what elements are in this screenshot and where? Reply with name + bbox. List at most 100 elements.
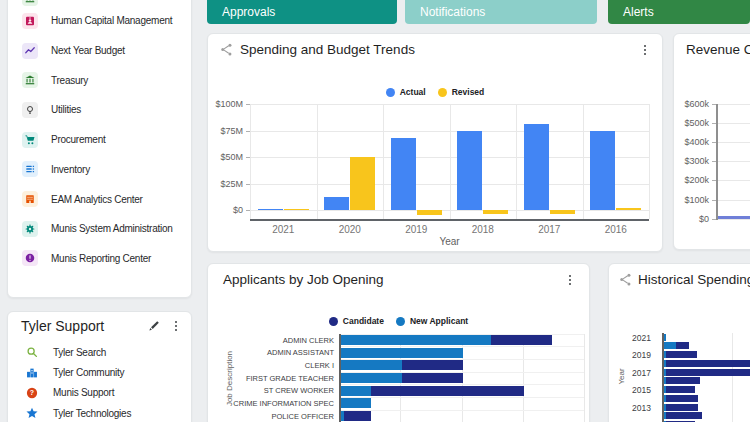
more-options-icon[interactable] <box>563 273 577 287</box>
revised-bar[interactable] <box>284 209 309 210</box>
y-tick-label: 2013 <box>609 403 651 413</box>
support-item-label: Tyler Community <box>53 367 124 378</box>
new-applicant-bar[interactable] <box>341 386 372 396</box>
support-item[interactable]: ? Munis Support <box>8 383 191 403</box>
sidebar-item[interactable]: Procurement <box>8 125 191 155</box>
candidate-bar[interactable] <box>371 386 524 396</box>
y-tick-label: $600k <box>674 99 709 109</box>
sidebar-item-label: Procurement <box>51 134 106 145</box>
support-item-label: Tyler Search <box>53 347 106 358</box>
historical-chart-title: Historical Spending Trends <box>638 272 750 287</box>
sidebar-item-label: Munis System Administration <box>51 223 173 234</box>
legend-dot <box>396 317 405 326</box>
candidate-bar[interactable] <box>344 411 372 421</box>
x-tick-label: 2021 <box>263 224 303 235</box>
candidate-bar[interactable] <box>402 360 463 370</box>
magnifier-icon <box>25 345 39 359</box>
hist-bar-light[interactable] <box>664 342 676 349</box>
hist-bar-dark[interactable] <box>666 369 750 376</box>
y-tick-label: $0 <box>208 205 243 215</box>
chart-legend: ActualRevised <box>208 87 662 97</box>
actual-bar[interactable] <box>457 131 482 211</box>
y-tick-label: $300k <box>674 156 709 166</box>
candidate-bar[interactable] <box>402 373 463 383</box>
sidebar-item[interactable]: Munis Reporting Center <box>8 244 191 274</box>
x-axis-title: Year <box>430 236 470 247</box>
legend-label: Candidate <box>343 316 384 326</box>
gear-icon <box>22 221 38 237</box>
svg-text:?: ? <box>30 389 34 396</box>
new-applicant-bar[interactable] <box>341 335 491 345</box>
support-item-label: Munis Support <box>53 387 114 398</box>
applicants-card: Applicants by Job Opening Candidate New Ap… <box>207 263 590 422</box>
sidebar-item[interactable]: EAM Analytics Center <box>8 184 191 214</box>
hist-bar-dark[interactable] <box>666 386 695 393</box>
legend-dot <box>386 88 395 97</box>
actual-bar[interactable] <box>391 138 416 210</box>
actual-bar[interactable] <box>590 131 615 211</box>
support-item[interactable]: Tyler Search <box>8 342 191 362</box>
new-applicant-bar[interactable] <box>341 373 402 383</box>
spending-chart-title: Spending and Budget Trends <box>240 42 638 57</box>
sidebar-item[interactable]: Treasury <box>8 65 191 95</box>
revised-bar[interactable] <box>350 157 375 210</box>
y-tick-label: $0 <box>674 214 709 224</box>
hist-bar-light[interactable] <box>664 334 666 341</box>
building-icon <box>22 191 38 207</box>
y-tick-label: $200k <box>674 175 709 185</box>
revenue-line <box>718 216 750 219</box>
legend-label: New Applicant <box>410 316 468 326</box>
y-tick-label: $25M <box>208 179 243 189</box>
candidate-bar[interactable] <box>491 335 552 345</box>
revenue-chart-title: Revenue Collections <box>686 42 750 57</box>
more-options-icon[interactable] <box>638 43 652 57</box>
hist-bar-dark[interactable] <box>666 360 750 367</box>
revenue-collections-card: Revenue Collections$600k$500k$400k$300k$… <box>673 33 750 250</box>
sidebar-item-label: Utilities <box>51 104 81 115</box>
header-button-notifications[interactable]: Notifications <box>405 0 597 24</box>
header-button-alerts[interactable]: Alerts <box>608 0 750 24</box>
sidebar-item[interactable]: Next Year Budget <box>8 36 191 66</box>
tyler-support-card: Tyler Support Tyler SearchTyler Communit… <box>7 311 192 422</box>
actual-bar[interactable] <box>524 124 549 210</box>
new-applicant-bar[interactable] <box>341 348 464 358</box>
sidebar-item[interactable]: Utilities <box>8 95 191 125</box>
revised-bar[interactable] <box>417 210 442 215</box>
support-item-label: Tyler Technologies <box>53 408 131 419</box>
support-item[interactable]: Tyler Community <box>8 362 191 382</box>
new-applicant-bar[interactable] <box>341 398 372 408</box>
new-applicant-bar[interactable] <box>341 360 402 370</box>
sidebar-item[interactable]: Inventory <box>8 155 191 185</box>
y-tick-label: $50M <box>208 152 243 162</box>
hist-bar-dark[interactable] <box>666 412 702 419</box>
sidebar-item-label: Next Year Budget <box>51 45 125 56</box>
support-item[interactable]: Tyler Technologies <box>8 403 191 422</box>
y-tick-label: $500k <box>674 118 709 128</box>
lightbulb-icon <box>22 102 38 118</box>
hist-bar-dark[interactable] <box>666 404 699 411</box>
y-tick-label: 2017 <box>609 368 651 378</box>
sidebar-item[interactable]: Human Capital Management <box>8 6 191 36</box>
hist-bar-dark[interactable] <box>666 351 697 358</box>
sidebar-item[interactable]: Munis System Administration <box>8 214 191 244</box>
y-axis-title: Job Description <box>225 344 234 414</box>
revised-bar[interactable] <box>550 210 575 214</box>
hist-bar-dark[interactable] <box>676 342 690 349</box>
share-icon[interactable] <box>219 42 234 57</box>
header-button-approvals[interactable]: Approvals <box>207 0 397 24</box>
hist-bar-dark[interactable] <box>666 377 701 384</box>
sidebar-menu-card: Human Capital Management Next Year Budget… <box>7 0 192 298</box>
bank-icon <box>22 72 38 88</box>
actual-bar[interactable] <box>324 197 349 210</box>
share-icon[interactable] <box>618 272 633 287</box>
applicants-chart-title: Applicants by Job Opening <box>223 272 563 287</box>
revised-bar[interactable] <box>483 210 508 214</box>
y-tick-label: $100k <box>674 195 709 205</box>
legend-label: Actual <box>400 87 426 97</box>
x-tick-label: 2018 <box>463 224 503 235</box>
x-tick-label: 2017 <box>529 224 569 235</box>
revised-bar[interactable] <box>616 208 641 210</box>
hist-bar-dark[interactable] <box>666 395 699 402</box>
trend-line-icon <box>22 43 38 59</box>
actual-bar[interactable] <box>258 209 283 210</box>
